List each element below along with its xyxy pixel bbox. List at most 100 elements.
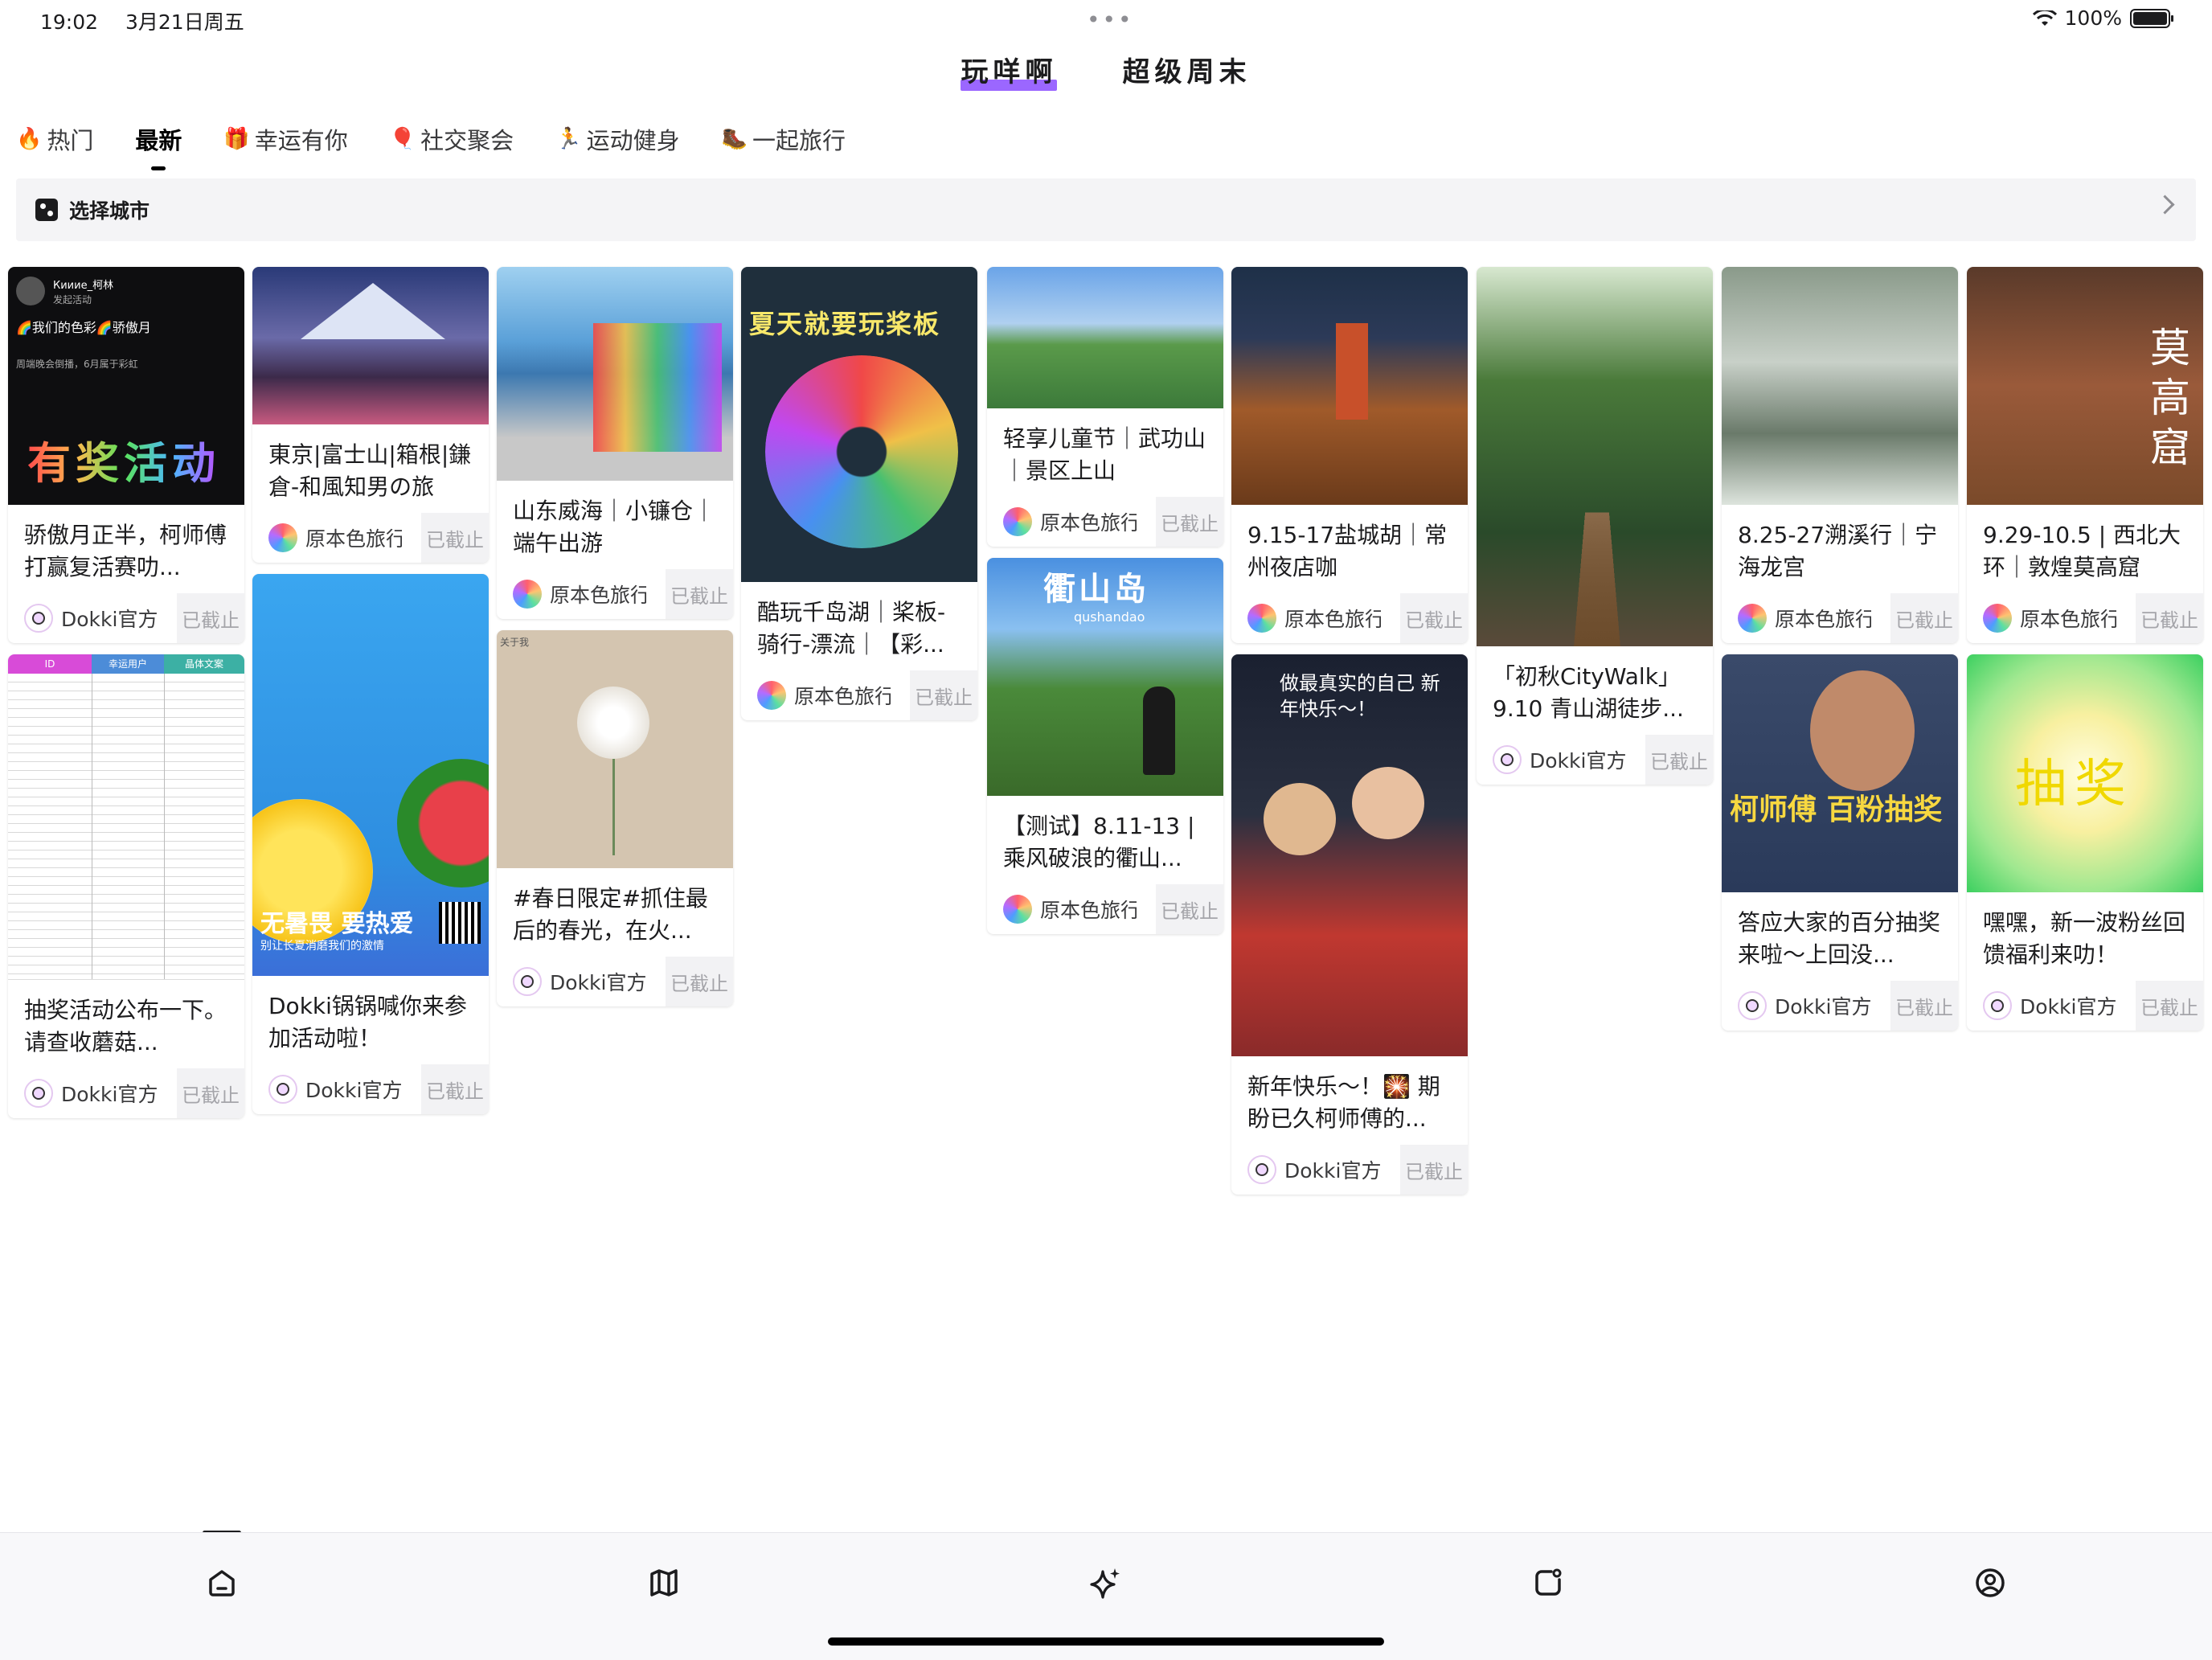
activity-card[interactable]: 无暑畏 要热爱 别让长夏消磨我们的激情 Dokki锅锅喊你来参加活动啦！ Dok… bbox=[252, 574, 489, 1114]
city-selector[interactable]: 选择城市 bbox=[16, 178, 2196, 241]
home-icon bbox=[209, 1570, 235, 1596]
card-image-sub: 别让长夏消磨我们的激情 bbox=[260, 940, 384, 953]
category-social[interactable]: 🎈 社交聚会 bbox=[390, 119, 514, 159]
colorful-building bbox=[593, 323, 722, 452]
card-meta: 原本色旅行 已截止 bbox=[497, 569, 733, 619]
card-image bbox=[1722, 267, 1958, 505]
card-image bbox=[1231, 267, 1468, 505]
activity-card[interactable]: 柯师傅 百粉抽奖 答应大家的百分抽奖来啦～上回没... Dokki官方 已截止 bbox=[1722, 654, 1958, 1031]
activity-card[interactable]: 关于我 #春日限定#抓住最后的春光，在火... Dokki官方 已截止 bbox=[497, 630, 733, 1006]
tab-create[interactable] bbox=[1082, 1559, 1130, 1607]
category-label: 运动健身 bbox=[586, 127, 680, 154]
activity-card[interactable]: 8.25-27溯溪行｜宁海龙宫 原本色旅行 已截止 bbox=[1722, 267, 1958, 643]
home-indicator[interactable] bbox=[828, 1637, 1384, 1646]
category-sports[interactable]: 🏃 运动健身 bbox=[555, 119, 679, 159]
category-travel[interactable]: 🥾 一起旅行 bbox=[722, 119, 846, 159]
card-meta: 原本色旅行 已截止 bbox=[1231, 593, 1468, 643]
card-meta: 原本色旅行 已截止 bbox=[252, 513, 489, 563]
wifi-icon bbox=[2032, 10, 2057, 26]
card-image bbox=[1477, 267, 1713, 646]
activity-card[interactable]: 「初秋CityWalk」9.10 青山湖徒步... Dokki官方 已截止 bbox=[1477, 267, 1713, 785]
status-badge: 已截止 bbox=[910, 670, 977, 720]
author-avatar bbox=[1003, 507, 1032, 536]
activity-card[interactable]: 做最真实的自己 新年快乐～！ 新年快乐～！🎇 期盼已久柯师傅的... Dokki… bbox=[1231, 654, 1468, 1195]
card-image-user: Кииие_柯林 bbox=[53, 280, 114, 292]
feed-column: 9.15-17盐城胡｜常州夜店咖 原本色旅行 已截止 做最真实的自己 新年快乐～… bbox=[1231, 267, 1468, 1206]
card-title: 新年快乐～！🎇 期盼已久柯师傅的... bbox=[1247, 1073, 1440, 1132]
card-author: 原本色旅行 bbox=[550, 584, 646, 607]
activity-card[interactable]: Кииие_柯林 发起活动 🌈我们的色彩🌈骄傲月 周端晚会倒播，6月属于彩虹 有… bbox=[8, 267, 244, 643]
runner-icon: 🏃 bbox=[555, 127, 582, 151]
status-badge: 已截止 bbox=[177, 1068, 244, 1118]
card-meta: 原本色旅行 已截止 bbox=[987, 884, 1223, 934]
status-badge: 已截止 bbox=[177, 593, 244, 643]
card-meta: 原本色旅行 已截止 bbox=[1967, 593, 2203, 643]
notes-icon bbox=[1535, 1568, 1562, 1596]
category-hot[interactable]: 🔥 热门 bbox=[16, 119, 93, 159]
card-meta: 原本色旅行 已截止 bbox=[1722, 593, 1958, 643]
status-badge: 已截止 bbox=[2136, 981, 2203, 1031]
card-title: 答应大家的百分抽奖来啦～上回没... bbox=[1738, 909, 1941, 968]
tab-messages[interactable] bbox=[1524, 1559, 1572, 1607]
status-badge: 已截止 bbox=[666, 569, 733, 619]
author-avatar bbox=[268, 1075, 297, 1104]
balloon-icon: 🎈 bbox=[389, 127, 416, 151]
author-avatar bbox=[1983, 604, 2012, 633]
category-latest[interactable]: 最新 bbox=[135, 119, 182, 170]
status-left: 19:02 3月21日周五 bbox=[40, 6, 265, 35]
activity-card[interactable]: 夏天就要玩桨板 酷玩千岛湖｜桨板-骑行-漂流｜【彩... 原本色旅行 已截止 bbox=[741, 267, 977, 720]
tab-home[interactable] bbox=[198, 1559, 246, 1607]
activity-card[interactable]: ID 幸运用户 晶体文案 抽奖活动公布一下。请查收蘑菇... Dokki官方 已… bbox=[8, 654, 244, 1118]
author-avatar bbox=[1247, 604, 1276, 633]
character-face bbox=[1810, 670, 1915, 791]
card-author: Dokki官方 bbox=[1530, 749, 1626, 773]
boardwalk bbox=[1572, 512, 1622, 646]
qr-code-icon bbox=[439, 902, 481, 944]
card-meta: Dokki官方 已截止 bbox=[252, 1064, 489, 1114]
category-label: 一起旅行 bbox=[752, 127, 846, 154]
author-avatar bbox=[1247, 1155, 1276, 1184]
status-badge: 已截止 bbox=[1156, 497, 1223, 547]
tab-super-weekend[interactable]: 超级周末 bbox=[1123, 50, 1251, 89]
city-picker-icon bbox=[35, 199, 58, 221]
activity-card[interactable]: 轻享儿童节｜武功山｜景区上山 原本色旅行 已截止 bbox=[987, 267, 1223, 547]
card-image-sub: 发起活动 bbox=[53, 294, 92, 305]
tab-wanmiea[interactable]: 玩咩啊 bbox=[961, 50, 1058, 91]
profile-icon bbox=[1976, 1568, 2005, 1597]
tab-map[interactable] bbox=[640, 1559, 688, 1607]
activity-card[interactable]: 抽奖 嘿嘿，新一波粉丝回馈福利来叻！ Dokki官方 已截止 bbox=[1967, 654, 2203, 1031]
category-lucky[interactable]: 🎁 幸运有你 bbox=[223, 119, 347, 159]
multitask-dots-icon[interactable]: ••• bbox=[1087, 6, 1134, 33]
category-tabs: 🔥 热门 最新 🎁 幸运有你 🎈 社交聚会 🏃 运动健身 🥾 一起旅行 bbox=[16, 119, 846, 170]
card-title: 8.25-27溯溪行｜宁海龙宫 bbox=[1738, 522, 1938, 580]
card-author: Dokki官方 bbox=[550, 971, 646, 994]
feed-column: 轻享儿童节｜武功山｜景区上山 原本色旅行 已截止 衢山岛 qushandao 【… bbox=[987, 267, 1223, 945]
card-meta: Dokki官方 已截止 bbox=[8, 593, 244, 643]
card-author: Dokki官方 bbox=[305, 1079, 402, 1102]
card-title: Dokki锅锅喊你来参加活动啦！ bbox=[268, 993, 467, 1051]
author-avatar bbox=[1738, 991, 1767, 1020]
card-title: 酷玩千岛湖｜桨板-骑行-漂流｜【彩... bbox=[757, 599, 946, 658]
card-author: 原本色旅行 bbox=[1040, 899, 1137, 922]
activity-card[interactable]: 山东威海｜小镰仓｜端午出游 原本色旅行 已截止 bbox=[497, 267, 733, 619]
activity-card[interactable]: 東京|富士山|箱根|鎌倉-和風知男の旅 原本色旅行 已截止 bbox=[252, 267, 489, 563]
card-meta: Dokki官方 已截止 bbox=[1967, 981, 2203, 1031]
activity-card[interactable]: 9.15-17盐城胡｜常州夜店咖 原本色旅行 已截止 bbox=[1231, 267, 1468, 643]
city-selector-label: 选择城市 bbox=[69, 199, 150, 223]
author-avatar bbox=[24, 604, 53, 633]
author-avatar bbox=[1738, 604, 1767, 633]
card-image-line: 🌈我们的色彩🌈骄傲月 bbox=[16, 320, 151, 335]
card-title: 山东威海｜小镰仓｜端午出游 bbox=[513, 498, 716, 556]
card-title: 嘿嘿，新一波粉丝回馈福利来叻！ bbox=[1983, 909, 2186, 968]
activity-card[interactable]: 莫高窟 9.29-10.5 | 西北大环｜敦煌莫高窟 原本色旅行 已截止 bbox=[1967, 267, 2203, 643]
card-image-text: 抽奖 bbox=[2015, 755, 2134, 814]
status-badge: 已截止 bbox=[1645, 735, 1713, 785]
card-meta: Dokki官方 已截止 bbox=[497, 957, 733, 1006]
card-author: Dokki官方 bbox=[61, 608, 158, 631]
status-time: 19:02 bbox=[40, 10, 99, 34]
author-avatar bbox=[757, 681, 786, 710]
chevron-right-icon bbox=[2155, 195, 2175, 215]
activity-card[interactable]: 衢山岛 qushandao 【测试】8.11-13 | 乘风破浪的衢山... 原… bbox=[987, 558, 1223, 934]
tab-profile[interactable] bbox=[1966, 1559, 2014, 1607]
card-image: 夏天就要玩桨板 bbox=[741, 267, 977, 582]
